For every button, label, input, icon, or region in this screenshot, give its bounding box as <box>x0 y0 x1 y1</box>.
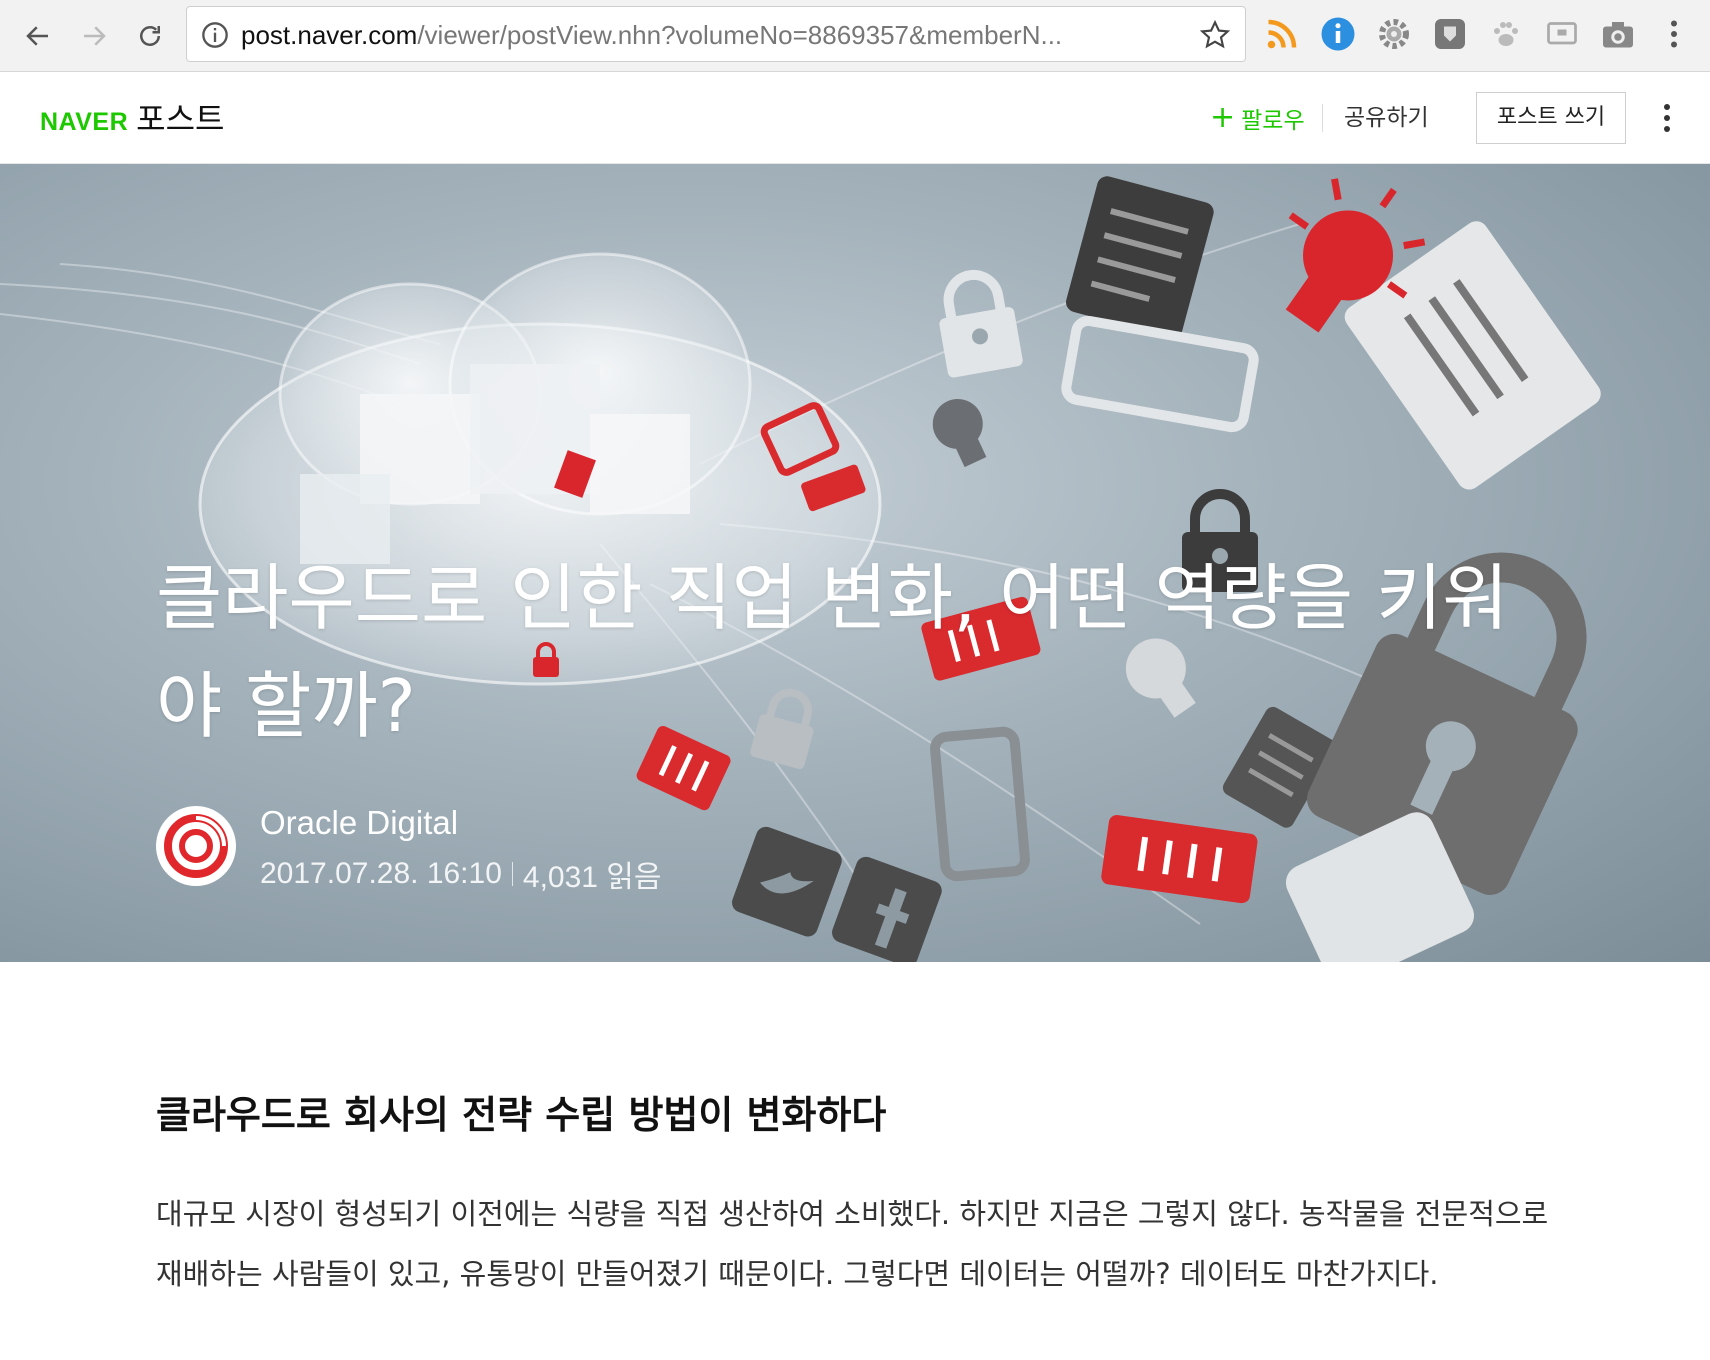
reload-icon <box>140 26 160 46</box>
paw-extension[interactable] <box>1486 14 1526 54</box>
hero-cover: 클라우드로 인한 직업 변화, 어떤 역량을 키워야 할까? Oracle Di… <box>0 164 1710 962</box>
naver-wordmark: NAVER <box>40 108 129 136</box>
camera-extension[interactable] <box>1598 14 1638 54</box>
more-options-button[interactable] <box>1652 98 1682 138</box>
post-site-header: NAVER 포스트 + 팔로우 공유하기 포스트 쓰기 <box>0 72 1710 164</box>
rss-extension[interactable] <box>1262 14 1302 54</box>
info-extension[interactable] <box>1318 14 1358 54</box>
meta-separator <box>511 862 513 886</box>
shield-extension-icon <box>1435 19 1465 49</box>
back-arrow-icon <box>26 26 48 46</box>
post-wordmark: 포스트 <box>136 100 225 138</box>
post-date: 2017.07.28. 16:10 <box>260 857 502 890</box>
author-name[interactable]: Oracle Digital <box>260 804 458 842</box>
share-button[interactable]: 공유하기 <box>1344 98 1429 138</box>
reload-button[interactable] <box>128 14 172 58</box>
gear-extension-icon <box>1379 19 1409 49</box>
address-bar[interactable]: post.naver.com/viewer/postView.nhn?volum… <box>186 6 1246 62</box>
info-icon[interactable] <box>201 21 229 49</box>
rss-icon <box>1267 19 1297 49</box>
shield-extension[interactable] <box>1430 14 1470 54</box>
url-text[interactable]: post.naver.com/viewer/postView.nhn?volum… <box>241 19 1171 51</box>
kebab-dot <box>1664 115 1670 121</box>
url-path: /viewer/postView.nhn?volumeNo=8869357&me… <box>417 20 1063 50</box>
bookmark-star-icon[interactable] <box>1199 19 1231 51</box>
gear-extension[interactable] <box>1374 14 1414 54</box>
author-avatar[interactable] <box>156 806 236 886</box>
browser-menu-button[interactable] <box>1654 14 1694 54</box>
kebab-dot <box>1664 104 1670 110</box>
forward-arrow-icon <box>84 26 106 46</box>
camera-extension-icon <box>1603 22 1633 48</box>
naver-post-logo[interactable]: NAVER 포스트 <box>40 94 225 138</box>
forward-button[interactable] <box>72 14 116 58</box>
screen-extension-icon <box>1547 22 1577 45</box>
info-extension-icon <box>1321 17 1355 51</box>
back-button[interactable] <box>16 14 60 58</box>
header-divider <box>1322 104 1323 132</box>
oracle-digital-logo <box>164 814 228 878</box>
plus-icon: + <box>1210 100 1236 135</box>
follow-label: 팔로우 <box>1241 108 1305 134</box>
write-post-button[interactable]: 포스트 쓰기 <box>1476 92 1626 144</box>
screen-extension[interactable] <box>1542 14 1582 54</box>
post-title: 클라우드로 인한 직업 변화, 어떤 역량을 키워야 할까? <box>156 556 1509 748</box>
read-count: 4,031 읽음 <box>522 861 662 894</box>
url-host: post.naver.com <box>241 20 418 50</box>
follow-button[interactable]: + 팔로우 <box>1210 98 1305 138</box>
browser-toolbar: post.naver.com/viewer/postView.nhn?volum… <box>0 0 1710 72</box>
kebab-dot <box>1664 126 1670 132</box>
paw-extension-icon <box>1494 22 1518 46</box>
browser-menu-icon <box>1671 20 1677 48</box>
section-heading: 클라우드로 회사의 전략 수립 방법이 변화하다 <box>156 1093 887 1137</box>
post-meta: 2017.07.28. 16:10 4,031 읽음 <box>260 852 662 896</box>
article-paragraph: 대규모 시장이 형성되기 이전에는 식량을 직접 생산하여 소비했다. 하지만 … <box>156 1197 1549 1291</box>
